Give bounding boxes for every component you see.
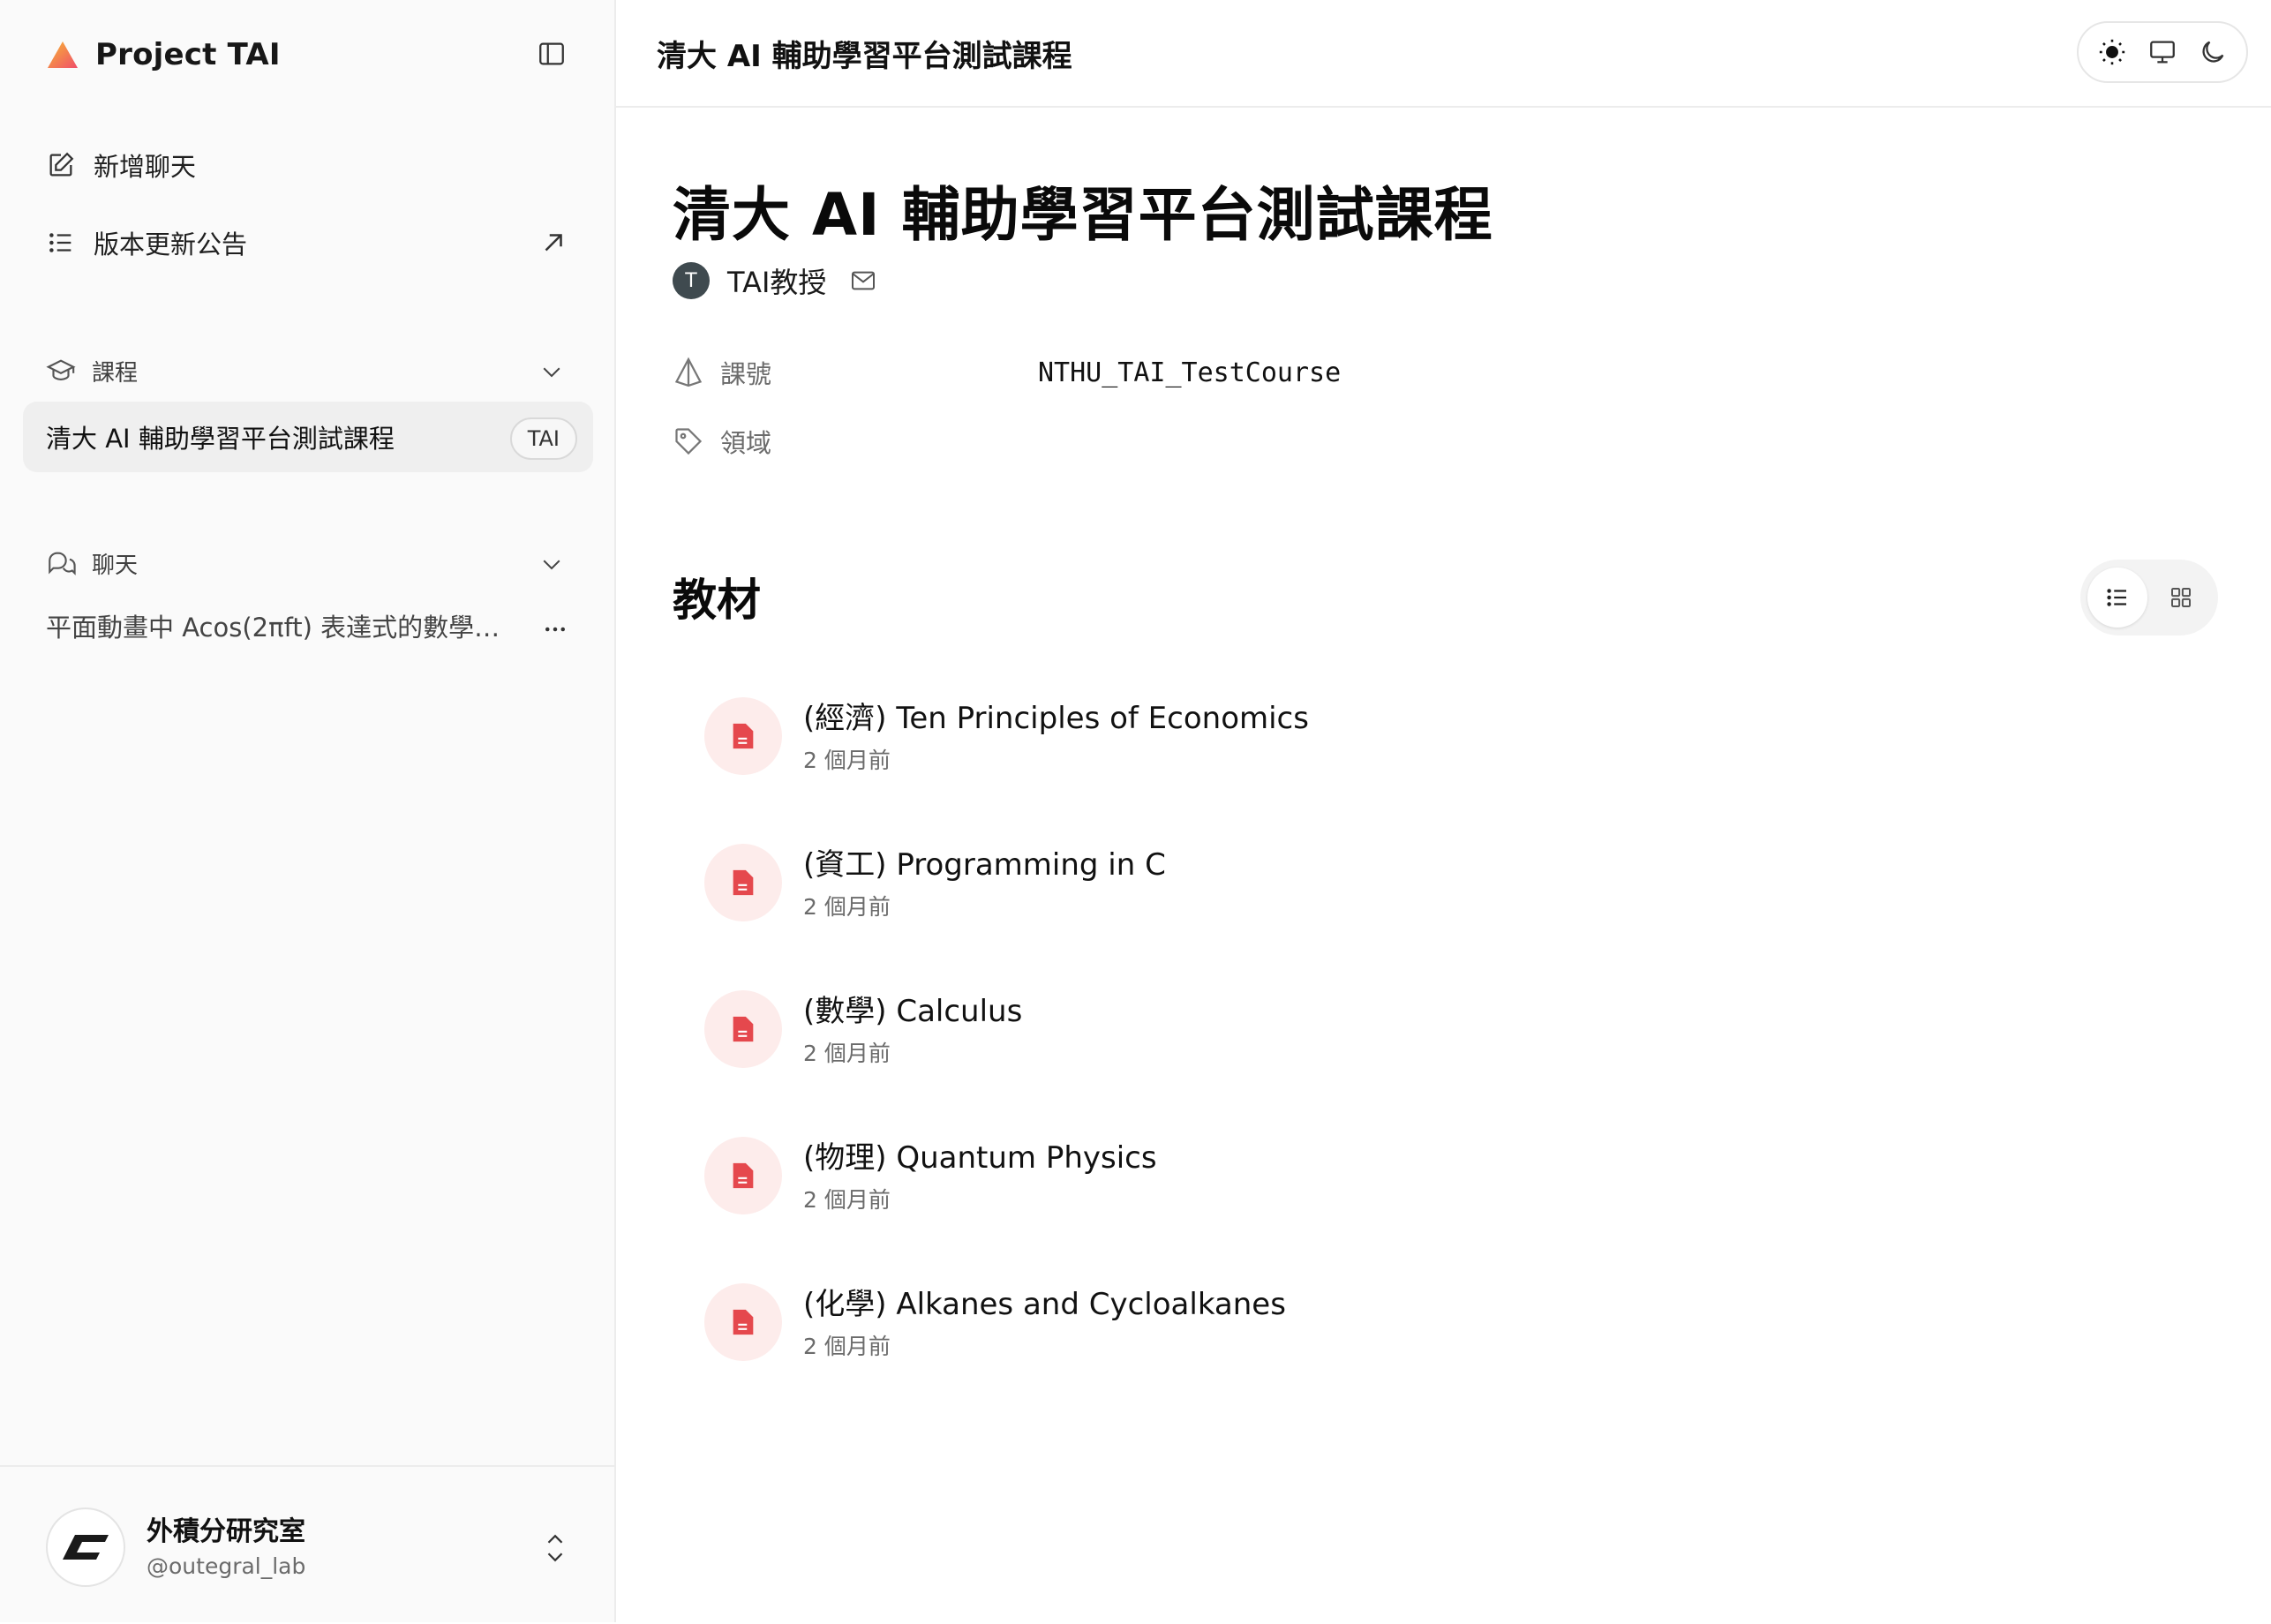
grid-view-icon [2171,588,2191,607]
sidebar-toggle-icon[interactable] [537,39,567,69]
topbar-title: 清大 AI 輔助學習平台測試課程 [657,39,1072,74]
file-icon-wrap [704,990,782,1068]
org-switcher[interactable]: 外積分研究室 @outegral_lab [0,1465,614,1624]
changelog-label: 版本更新公告 [94,229,248,259]
course-code-value: NTHU_TAI_TestCourse [1038,357,1342,388]
chat-bubbles-icon [49,552,76,575]
list-view-button[interactable] [2087,568,2147,628]
moon-icon [2202,41,2224,63]
outegral-logo-icon [63,1535,109,1560]
topbar: 清大 AI 輔助學習平台測試課程 [616,0,2271,108]
more-horizontal-icon[interactable] [540,616,570,643]
material-date: 2 個月前 [803,1187,891,1213]
main-content: 清大 AI 輔助學習平台測試課程 清大 AI 輔助學習平台測試課程 T TAI教… [616,0,2271,1622]
file-icon-wrap [704,1283,782,1361]
sidebar-course-item[interactable]: 清大 AI 輔助學習平台測試課程 TAI [23,402,593,472]
course-code-label: 課號 [720,359,772,389]
material-name: (化學) Alkanes and Cycloalkanes [803,1287,1286,1322]
professor-avatar: T [673,262,710,299]
new-chat-label: 新增聊天 [94,152,197,182]
file-icon [733,1016,754,1042]
file-icon-wrap [704,1137,782,1214]
material-name: (經濟) Ten Principles of Economics [803,701,1309,736]
view-toggle [2080,560,2218,635]
course-field-row: 領域 [673,420,1038,462]
file-icon-wrap [704,844,782,921]
org-handle: @outegral_lab [147,1553,306,1579]
list-view-icon [2107,589,2126,606]
professor-row: T TAI教授 [673,261,877,300]
material-item[interactable]: (物理) Quantum Physics 2 個月前 [704,1121,2028,1267]
sidebar-course-label: 清大 AI 輔助學習平台測試課程 [46,424,395,454]
file-icon [733,1309,754,1335]
org-avatar [46,1507,125,1587]
material-date: 2 個月前 [803,1041,891,1066]
course-code-row: 課號 NTHU_TAI_TestCourse [673,351,1341,394]
tag-icon [675,428,703,455]
chats-chevron-down-icon[interactable] [538,551,565,577]
courses-section-header[interactable]: 課程 [46,350,138,392]
sidebar: Project TAI 新增聊天 版本更新公告 課程 清大 AI 輔助學習平台測… [0,0,616,1622]
course-field-label: 領域 [720,428,772,458]
chats-label: 聊天 [92,552,139,579]
course-title: 清大 AI 輔助學習平台測試課程 [673,181,1493,249]
material-name: (數學) Calculus [803,994,1023,1029]
materials-title: 教材 [673,575,761,626]
courses-label: 課程 [92,359,139,387]
list-icon [49,233,71,252]
grid-view-button[interactable] [2151,568,2211,628]
edit-icon [49,152,74,177]
courses-chevron-down-icon[interactable] [538,358,565,385]
chats-section-header[interactable]: 聊天 [46,542,138,584]
brand-name: Project TAI [95,37,281,72]
external-link-icon[interactable] [538,228,568,258]
graduation-cap-icon [46,359,76,380]
org-name: 外積分研究室 [147,1516,305,1547]
material-date: 2 個月前 [803,894,891,920]
material-item[interactable]: (數學) Calculus 2 個月前 [704,974,2028,1121]
chevrons-up-down-icon[interactable] [542,1530,568,1566]
course-badge: TAI [509,417,577,460]
sidebar-chat-item[interactable]: 平面動畫中 Acos(2πft) 表達式的數學… [46,607,514,644]
new-chat-button[interactable]: 新增聊天 [46,143,196,187]
file-icon [733,723,754,749]
prism-icon [674,357,703,387]
material-item[interactable]: (資工) Programming in C 2 個月前 [704,828,2028,974]
dark-theme-button[interactable] [2197,36,2229,68]
file-icon [733,1162,754,1189]
brand[interactable]: Project TAI [46,32,281,78]
material-date: 2 個月前 [803,748,891,773]
file-icon-wrap [704,697,782,775]
material-item[interactable]: (經濟) Ten Principles of Economics 2 個月前 [704,681,2028,828]
monitor-icon [2150,41,2175,64]
theme-switcher [2077,21,2248,83]
light-theme-button[interactable] [2096,36,2128,68]
professor-name: TAI教授 [727,266,827,299]
system-theme-button[interactable] [2147,36,2178,68]
material-name: (物理) Quantum Physics [803,1140,1157,1176]
material-item[interactable]: (化學) Alkanes and Cycloalkanes 2 個月前 [704,1267,2028,1414]
mail-icon[interactable] [849,267,877,295]
file-icon [733,869,754,896]
material-date: 2 個月前 [803,1334,891,1359]
materials-list: (經濟) Ten Principles of Economics 2 個月前 (… [704,681,2028,1414]
tai-logo-icon [48,41,78,68]
sun-icon [2100,39,2125,65]
material-name: (資工) Programming in C [803,847,1166,883]
changelog-link[interactable]: 版本更新公告 [46,221,247,265]
